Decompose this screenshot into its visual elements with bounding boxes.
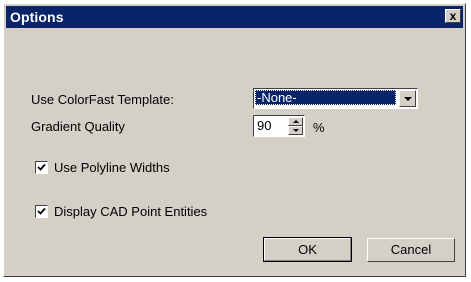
template-select[interactable]: -None- [253,88,418,109]
close-button[interactable]: x [445,9,461,23]
checkmark-icon [37,207,46,215]
percent-unit: % [313,120,325,135]
arrow-down-icon [293,129,299,132]
checkmark-icon [37,163,46,171]
gradient-quality-label: Gradient Quality [31,119,125,134]
chevron-down-icon [404,97,412,101]
options-dialog: Options x Use ColorFast Template: -None-… [3,3,466,277]
template-label: Use ColorFast Template: [31,92,174,107]
arrow-up-icon [293,120,299,123]
cancel-button-label: Cancel [390,242,432,257]
close-icon: x [449,9,457,23]
spin-down-button[interactable] [288,126,303,135]
ok-button[interactable]: OK [263,237,352,262]
ok-button-label: OK [298,242,317,257]
cad-point-entities-checkbox[interactable] [35,205,48,218]
polyline-widths-label[interactable]: Use Polyline Widths [54,160,170,175]
dropdown-button[interactable] [399,90,416,107]
dialog-title: Options [10,9,64,25]
template-selected-value: -None- [255,90,396,105]
cad-point-entities-label[interactable]: Display CAD Point Entities [54,204,207,219]
gradient-quality-stepper[interactable]: 90 [253,115,305,137]
gradient-quality-value[interactable]: 90 [257,118,271,133]
polyline-widths-checkbox[interactable] [35,161,48,174]
spin-up-button[interactable] [288,117,303,126]
spin-buttons [288,117,303,135]
title-bar[interactable]: Options x [6,6,463,28]
cancel-button[interactable]: Cancel [367,238,455,262]
